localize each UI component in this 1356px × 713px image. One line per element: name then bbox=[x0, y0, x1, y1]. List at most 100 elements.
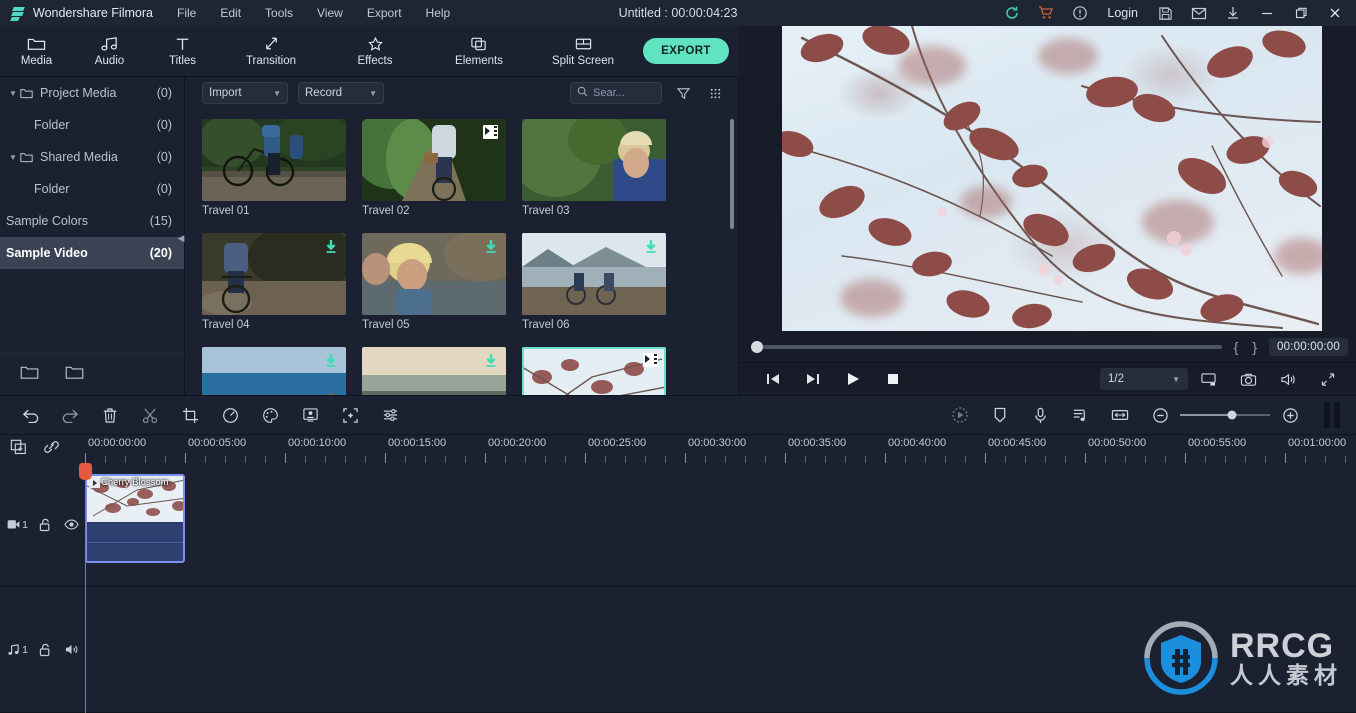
eye-visibility-icon[interactable] bbox=[58, 510, 85, 540]
cart-icon[interactable] bbox=[1029, 0, 1063, 26]
grid-view-icon[interactable] bbox=[704, 82, 726, 104]
media-item-travel-04[interactable]: Travel 04 bbox=[202, 233, 346, 331]
undo-button[interactable] bbox=[10, 395, 50, 435]
unlock-icon[interactable] bbox=[31, 635, 58, 665]
playhead-handle[interactable] bbox=[79, 463, 92, 480]
media-thumbnail[interactable] bbox=[362, 233, 506, 315]
collapse-panel-icon[interactable]: ◀ bbox=[177, 227, 185, 249]
tab-effects[interactable]: Effects bbox=[323, 26, 427, 77]
download-badge-icon[interactable] bbox=[484, 239, 498, 255]
zoom-in-button[interactable] bbox=[1270, 395, 1310, 435]
menu-view[interactable]: View bbox=[305, 2, 355, 24]
adjust-sliders-button[interactable] bbox=[370, 395, 410, 435]
media-item-travel-03[interactable]: Travel 03 bbox=[522, 119, 666, 217]
fit-timeline-button[interactable] bbox=[1100, 395, 1140, 435]
export-button[interactable]: EXPORT bbox=[643, 38, 729, 64]
media-thumbnail[interactable] bbox=[202, 233, 346, 315]
tab-elements[interactable]: Elements bbox=[427, 26, 531, 77]
chevron-down-icon[interactable]: ▼ bbox=[6, 89, 20, 98]
tree-item-sample-colors[interactable]: Sample Colors (15) bbox=[0, 205, 184, 237]
tab-audio[interactable]: Audio bbox=[73, 26, 146, 77]
menu-tools[interactable]: Tools bbox=[253, 2, 305, 24]
import-dropdown[interactable]: Import ▼ bbox=[202, 82, 288, 104]
tree-item-shared-media[interactable]: ▼ Shared Media (0) bbox=[0, 141, 184, 173]
marker-button[interactable] bbox=[980, 395, 1020, 435]
media-item-travel-05[interactable]: Travel 05 bbox=[362, 233, 506, 331]
tree-item-project-folder[interactable]: Folder (0) bbox=[0, 109, 184, 141]
sync-icon[interactable] bbox=[995, 0, 1029, 26]
tab-titles[interactable]: Titles bbox=[146, 26, 219, 77]
render-preview-button[interactable] bbox=[940, 395, 980, 435]
pause-bars-indicator[interactable] bbox=[1310, 402, 1350, 428]
playback-quality-dropdown[interactable]: 1/2 ▼ bbox=[1100, 368, 1188, 390]
menu-file[interactable]: File bbox=[165, 2, 208, 24]
split-scissors-button[interactable] bbox=[130, 395, 170, 435]
auto-detect-button[interactable] bbox=[330, 395, 370, 435]
download-badge-icon[interactable] bbox=[324, 239, 338, 255]
download-badge-icon[interactable] bbox=[484, 353, 498, 369]
playhead[interactable] bbox=[79, 463, 92, 713]
mark-out-button[interactable]: } bbox=[1250, 339, 1259, 355]
speaker-icon[interactable] bbox=[58, 635, 85, 665]
mail-icon[interactable] bbox=[1182, 0, 1216, 26]
audio-track-lane[interactable] bbox=[85, 587, 1356, 712]
redo-button[interactable] bbox=[50, 395, 90, 435]
zoom-slider-handle[interactable] bbox=[1227, 410, 1237, 420]
tree-item-shared-folder[interactable]: Folder (0) bbox=[0, 173, 184, 205]
timeline-ruler-scale[interactable]: 00:00:00:00 00:00:05:00 00:00:10:00 00:0… bbox=[85, 435, 1356, 463]
media-thumbnail[interactable] bbox=[202, 347, 346, 395]
media-item-row3-1[interactable] bbox=[202, 347, 346, 395]
previous-frame-button[interactable] bbox=[753, 363, 793, 395]
media-thumbnail[interactable] bbox=[202, 119, 346, 201]
volume-icon[interactable] bbox=[1268, 363, 1308, 395]
media-thumbnail[interactable] bbox=[522, 233, 666, 315]
search-box[interactable] bbox=[570, 82, 662, 104]
media-item-row3-2[interactable] bbox=[362, 347, 506, 395]
close-icon[interactable] bbox=[1318, 0, 1352, 26]
tab-transition[interactable]: Transition bbox=[219, 26, 323, 77]
add-track-icon[interactable] bbox=[10, 439, 27, 460]
zoom-out-button[interactable] bbox=[1140, 395, 1180, 435]
menu-help[interactable]: Help bbox=[414, 2, 463, 24]
crop-button[interactable] bbox=[170, 395, 210, 435]
open-folder-icon[interactable] bbox=[65, 365, 84, 385]
chevron-down-icon[interactable]: ▼ bbox=[6, 153, 20, 162]
record-voiceover-button[interactable] bbox=[1020, 395, 1060, 435]
audio-mixer-button[interactable] bbox=[1060, 395, 1100, 435]
download-icon[interactable] bbox=[1216, 0, 1250, 26]
tree-item-sample-video[interactable]: Sample Video (20) bbox=[0, 237, 184, 269]
media-thumbnail[interactable] bbox=[362, 119, 506, 201]
new-folder-icon[interactable] bbox=[20, 365, 39, 385]
seek-handle[interactable] bbox=[751, 340, 763, 353]
unlock-icon[interactable] bbox=[31, 510, 58, 540]
zoom-slider[interactable] bbox=[1180, 395, 1270, 435]
media-thumbnail[interactable] bbox=[362, 347, 506, 395]
media-thumbnail[interactable] bbox=[522, 119, 666, 201]
color-palette-button[interactable] bbox=[250, 395, 290, 435]
video-track-lane[interactable]: Cherry Blossom bbox=[85, 463, 1356, 586]
download-badge-icon[interactable] bbox=[644, 239, 658, 255]
next-frame-button[interactable] bbox=[793, 363, 833, 395]
menu-edit[interactable]: Edit bbox=[208, 2, 253, 24]
tree-item-project-media[interactable]: ▼ Project Media (0) bbox=[0, 77, 184, 109]
preview-timecode[interactable]: 00:00:00:00 bbox=[1269, 337, 1348, 356]
media-item-travel-06[interactable]: Travel 06 bbox=[522, 233, 666, 331]
camera-snapshot-icon[interactable] bbox=[1228, 363, 1268, 395]
media-item-travel-02[interactable]: Travel 02 bbox=[362, 119, 506, 217]
record-dropdown[interactable]: Record ▼ bbox=[298, 82, 384, 104]
media-item-travel-01[interactable]: Travel 01 bbox=[202, 119, 346, 217]
login-button[interactable]: Login bbox=[1097, 6, 1148, 20]
search-input[interactable] bbox=[593, 87, 655, 99]
menu-export[interactable]: Export bbox=[355, 2, 414, 24]
filter-icon[interactable] bbox=[672, 82, 694, 104]
delete-button[interactable] bbox=[90, 395, 130, 435]
fullscreen-icon[interactable] bbox=[1308, 363, 1348, 395]
snapshot-to-project-icon[interactable] bbox=[1188, 363, 1228, 395]
tab-media[interactable]: Media bbox=[0, 26, 73, 77]
play-button[interactable] bbox=[833, 363, 873, 395]
media-panel-scrollbar[interactable] bbox=[730, 119, 734, 229]
seek-slider[interactable] bbox=[751, 340, 1222, 353]
green-screen-button[interactable] bbox=[290, 395, 330, 435]
restore-icon[interactable] bbox=[1284, 0, 1318, 26]
media-item-row3-3-cherry-blossom[interactable] bbox=[522, 347, 666, 395]
